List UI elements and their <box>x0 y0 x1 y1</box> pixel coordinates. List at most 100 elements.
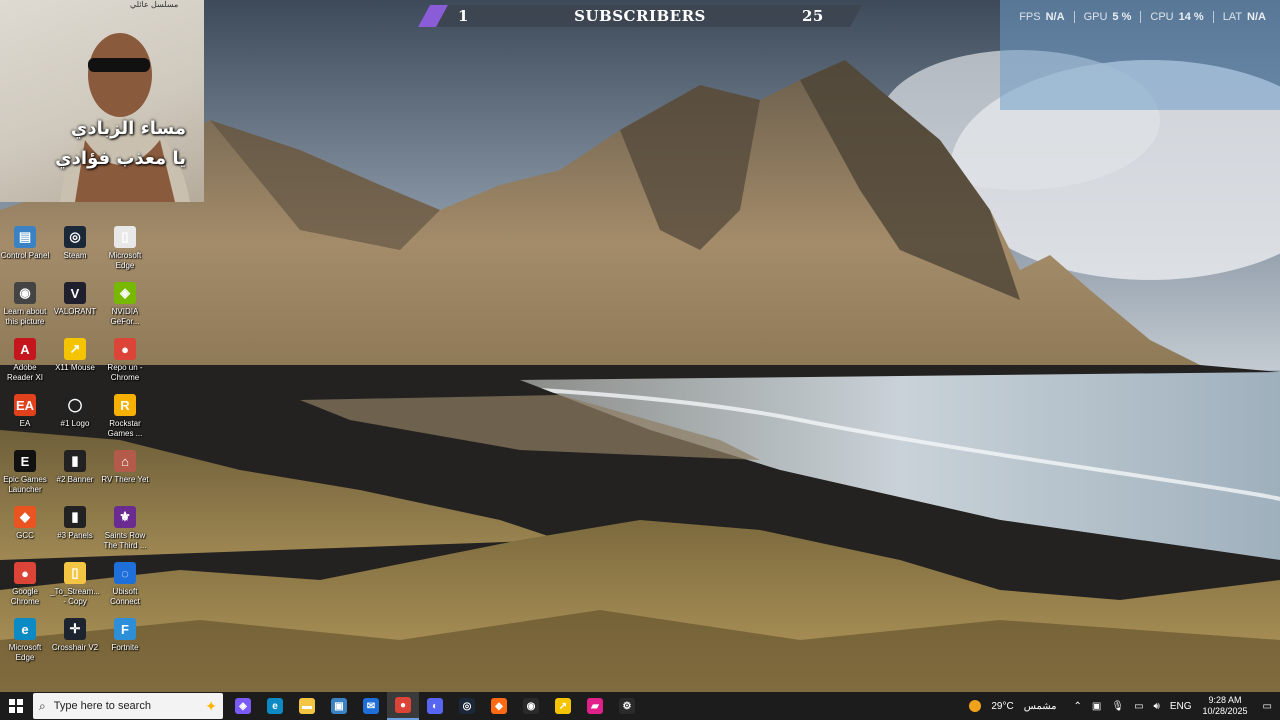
desktop-icon-label: Microsoft Edge <box>8 643 42 662</box>
taskbar-app-button[interactable]: ✉ <box>355 692 387 720</box>
taskbar-app-button[interactable]: ◈ <box>227 692 259 720</box>
weather-temp[interactable]: 29°C <box>991 701 1013 712</box>
desktop-icon[interactable]: ◯ #1 Logo <box>50 394 100 429</box>
pink-app-icon: ▰ <box>587 698 603 714</box>
desktop-icon[interactable]: ▮ #3 Panels <box>50 506 100 541</box>
taskbar-app-button[interactable]: ▬ <box>291 692 323 720</box>
x11-mouse-icon: ↗ <box>555 698 571 714</box>
taskbar-app-button[interactable]: ◎ <box>451 692 483 720</box>
desktop-icon[interactable]: e Microsoft Edge <box>0 618 50 663</box>
clock-date: 10/28/2025 <box>1202 706 1248 716</box>
subscribers-title: SUBSCRIBERS <box>574 7 706 25</box>
windows-icon <box>9 699 23 713</box>
system-tray: 29°C مشمس ⌃ ▣ 🎙︎ ▭ 🔊︎ ENG 9:28 AM 10/28/… <box>969 692 1280 720</box>
chevron-up-icon[interactable]: ⌃ <box>1074 701 1082 712</box>
logo-file-icon: ◯ <box>64 394 86 416</box>
clock-time: 9:28 AM <box>1208 695 1242 705</box>
desktop-icon-label: Google Chrome <box>10 587 40 606</box>
desktop-icon-label: Learn about this picture <box>3 307 47 326</box>
perf-gpu: GPU 5 % <box>1075 11 1142 23</box>
desktop-icon[interactable]: V VALORANT <box>50 282 100 317</box>
rv-there-yet-icon: ⌂ <box>114 450 136 472</box>
start-button[interactable] <box>0 692 32 720</box>
saints-row-icon: ⚜ <box>114 506 136 528</box>
webcam-caption: مسلسل عائلي <box>130 0 179 9</box>
taskbar-app-button[interactable]: ▣ <box>323 692 355 720</box>
desktop-icon[interactable]: ● Google Chrome <box>0 562 50 607</box>
desktop-icon[interactable]: E Epic Games Launcher <box>0 450 50 495</box>
taskbar-app-button[interactable]: ◉ <box>515 692 547 720</box>
weather-sun-icon[interactable] <box>969 700 982 712</box>
subscribers-right-count: 25 <box>802 7 824 25</box>
desktop-icon-label: Fortnite <box>111 643 139 652</box>
desktop-icon[interactable]: ⌂ RV There Yet <box>100 450 150 485</box>
desktop-icon-label: _To_Stream... - Copy <box>50 587 100 606</box>
desktop-icon[interactable]: R Rockstar Games ... <box>100 394 150 439</box>
desktop-icon[interactable]: ▤ Control Panel <box>0 226 50 261</box>
microphone-icon[interactable]: 🎙︎ <box>1111 701 1124 712</box>
weather-desc[interactable]: مشمس <box>1024 701 1057 712</box>
taskbar-app-button[interactable]: ◆ <box>483 692 515 720</box>
edge-icon: e <box>14 618 36 640</box>
perf-fps: FPS N/A <box>1010 11 1075 23</box>
taskbar: ⌕ Type here to search ✦ ◈ e ▬ ▣ ✉ ● ◐ ◎ ◆ ◉ ↗ ▰ ⚙ 29… <box>0 692 1280 720</box>
panels-file-icon: ▮ <box>64 506 86 528</box>
desktop-icon[interactable]: F Fortnite <box>100 618 150 653</box>
tray-app-icon[interactable]: ▣ <box>1092 701 1101 712</box>
desktop-icon[interactable]: ▮ #2 Banner <box>50 450 100 485</box>
volume-icon[interactable]: 🔊︎ <box>1154 701 1160 712</box>
desktop-icon-label: Adobe Reader XI <box>6 363 44 382</box>
desktop-icon[interactable]: ◌ Ubisoft Connect <box>100 562 150 607</box>
folder-icon: ▯ <box>64 562 86 584</box>
desktop-icon-label: Ubisoft Connect <box>110 587 140 606</box>
desktop-icon[interactable]: EA EA <box>0 394 50 429</box>
adobe-reader-icon: A <box>14 338 36 360</box>
file-explorer-icon: ▬ <box>299 698 315 714</box>
desktop-icon-label: Repo un - Chrome <box>107 363 143 382</box>
x11-mouse-icon: ↗ <box>64 338 86 360</box>
desktop-icon-label: Saints Row The Third ... <box>103 531 147 550</box>
desktop-icon[interactable]: ◈ NVIDIA GeFor... <box>100 282 150 327</box>
notifications-icon[interactable]: ▭ <box>1263 701 1272 712</box>
desktop-icon[interactable]: ↗ X11 Mouse <box>50 338 100 373</box>
network-icon[interactable]: ▭ <box>1134 701 1143 712</box>
desktop-icon[interactable]: ✛ Crosshair V2 <box>50 618 100 653</box>
desktop-icon-label: VALORANT <box>53 307 97 316</box>
taskbar-app-button[interactable]: ↗ <box>547 692 579 720</box>
taskbar-apps: ◈ e ▬ ▣ ✉ ● ◐ ◎ ◆ ◉ ↗ ▰ ⚙ <box>227 692 643 720</box>
desktop-icon[interactable]: ⚜ Saints Row The Third ... <box>100 506 150 551</box>
discord-icon: ◐ <box>427 698 443 714</box>
desktop-icon-label: EA <box>19 419 31 428</box>
google-chrome-icon: ● <box>14 562 36 584</box>
desktop-icon[interactable]: ◉ Learn about this picture <box>0 282 50 327</box>
search-placeholder: Type here to search <box>53 700 151 712</box>
obs-settings-icon: ⚙ <box>619 698 635 714</box>
search-icon: ⌕ <box>39 698 46 713</box>
taskbar-search[interactable]: ⌕ Type here to search ✦ <box>33 693 223 719</box>
taskbar-app-button[interactable]: ⚙ <box>611 692 643 720</box>
clock[interactable]: 9:28 AM 10/28/2025 <box>1203 695 1248 717</box>
desktop-icon-label: Control Panel <box>0 251 50 260</box>
desktop-icon[interactable]: A Adobe Reader XI <box>0 338 50 383</box>
desktop-icon-label: Crosshair V2 <box>51 643 99 652</box>
desktop-icon[interactable]: ▯ Microsoft Edge <box>100 226 150 271</box>
desktop-icon[interactable]: ◎ Steam <box>50 226 100 261</box>
desktop: مسلسل عائلي مساء الزبادي يا معذب فؤادي 1… <box>0 0 1280 692</box>
webcam-subtitle-line2: يا معذب فؤادي <box>55 148 186 169</box>
valorant-icon: V <box>64 282 86 304</box>
nvidia-icon: ◈ <box>114 282 136 304</box>
gcc-icon: ◆ <box>14 506 36 528</box>
taskbar-app-button[interactable]: ◐ <box>419 692 451 720</box>
input-language[interactable]: ENG <box>1170 701 1192 712</box>
webcam-overlay: مسلسل عائلي مساء الزبادي يا معذب فؤادي <box>0 0 204 202</box>
banner-file-icon: ▮ <box>64 450 86 472</box>
taskbar-app-button[interactable]: ● <box>387 692 419 720</box>
desktop-icon[interactable]: ● Repo un - Chrome <box>100 338 150 383</box>
desktop-icon-label: #2 Banner <box>56 475 94 484</box>
desktop-icon[interactable]: ◆ GCC <box>0 506 50 541</box>
mail-icon: ✉ <box>363 698 379 714</box>
desktop-icon[interactable]: ▯ _To_Stream... - Copy <box>50 562 100 607</box>
taskbar-app-button[interactable]: ▰ <box>579 692 611 720</box>
ea-icon: EA <box>14 394 36 416</box>
taskbar-app-button[interactable]: e <box>259 692 291 720</box>
